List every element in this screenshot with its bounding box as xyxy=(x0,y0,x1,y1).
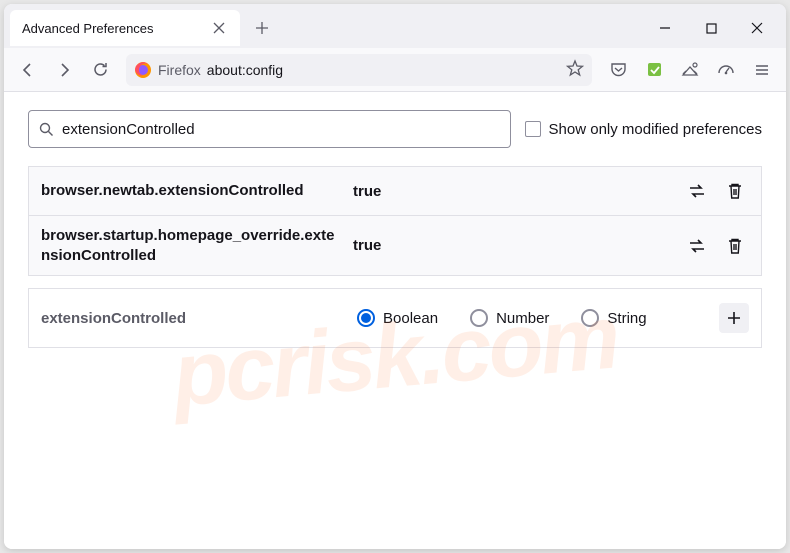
pref-name: browser.newtab.extensionControlled xyxy=(41,181,341,201)
pocket-icon xyxy=(610,61,627,78)
show-modified-checkbox[interactable]: Show only modified preferences xyxy=(525,121,762,138)
account-icon xyxy=(681,61,699,79)
close-icon xyxy=(751,22,763,34)
account-button[interactable] xyxy=(674,54,706,86)
content-area: Show only modified preferences browser.n… xyxy=(4,92,786,549)
browser-tab[interactable]: Advanced Preferences xyxy=(10,10,240,46)
radio-label: Boolean xyxy=(383,310,438,327)
preference-row: browser.startup.homepage_override.extens… xyxy=(29,216,761,276)
pref-value: true xyxy=(353,237,671,254)
url-text: about:config xyxy=(207,62,560,78)
forward-button[interactable] xyxy=(48,54,80,86)
url-label: Firefox xyxy=(158,62,201,78)
delete-button[interactable] xyxy=(721,232,749,260)
preference-row: browser.newtab.extensionControlled true xyxy=(29,167,761,216)
close-icon xyxy=(213,22,225,34)
firefox-icon xyxy=(134,61,152,79)
url-bar[interactable]: Firefox about:config xyxy=(126,54,592,86)
reload-icon xyxy=(92,61,109,78)
checkbox-label: Show only modified preferences xyxy=(549,121,762,138)
extension-button[interactable] xyxy=(638,54,670,86)
overflow-button[interactable] xyxy=(710,54,742,86)
add-button[interactable] xyxy=(719,303,749,333)
search-container xyxy=(28,110,511,148)
dashboard-icon xyxy=(717,61,735,79)
pref-value: true xyxy=(353,183,671,200)
radio-label: Number xyxy=(496,310,549,327)
radio-boolean[interactable]: Boolean xyxy=(357,309,438,327)
trash-icon xyxy=(726,182,744,200)
radio-icon xyxy=(357,309,375,327)
toggle-icon xyxy=(687,181,707,201)
search-icon xyxy=(39,122,54,137)
plus-icon xyxy=(255,21,269,35)
minimize-button[interactable] xyxy=(642,12,688,44)
toolbar: Firefox about:config xyxy=(4,48,786,92)
titlebar: Advanced Preferences xyxy=(4,4,786,48)
extension-icon xyxy=(646,61,663,78)
back-button[interactable] xyxy=(12,54,44,86)
preference-list: browser.newtab.extensionControlled true … xyxy=(28,166,762,276)
search-row: Show only modified preferences xyxy=(28,110,762,148)
browser-window: Advanced Preferences Firefox about:confi… xyxy=(4,4,786,549)
row-actions xyxy=(683,177,749,205)
new-tab-button[interactable] xyxy=(246,12,278,44)
pocket-button[interactable] xyxy=(602,54,634,86)
search-input[interactable] xyxy=(62,121,500,138)
pref-name: browser.startup.homepage_override.extens… xyxy=(41,226,341,265)
menu-button[interactable] xyxy=(746,54,778,86)
type-radio-group: Boolean Number String xyxy=(357,309,703,327)
tab-title: Advanced Preferences xyxy=(22,21,154,36)
trash-icon xyxy=(726,237,744,255)
new-pref-name: extensionControlled xyxy=(41,310,341,327)
maximize-icon xyxy=(706,23,717,34)
new-preference-row: extensionControlled Boolean Number Strin… xyxy=(28,288,762,348)
close-tab-button[interactable] xyxy=(210,19,228,37)
window-controls xyxy=(642,12,780,44)
radio-label: String xyxy=(607,310,646,327)
bookmark-button[interactable] xyxy=(566,59,584,80)
reload-button[interactable] xyxy=(84,54,116,86)
delete-button[interactable] xyxy=(721,177,749,205)
radio-icon xyxy=(581,309,599,327)
close-window-button[interactable] xyxy=(734,12,780,44)
radio-number[interactable]: Number xyxy=(470,309,549,327)
toggle-icon xyxy=(687,236,707,256)
back-icon xyxy=(19,61,37,79)
minimize-icon xyxy=(659,22,671,34)
maximize-button[interactable] xyxy=(688,12,734,44)
row-actions xyxy=(683,232,749,260)
checkbox-icon xyxy=(525,121,541,137)
plus-icon xyxy=(727,311,741,325)
star-icon xyxy=(566,59,584,77)
toggle-button[interactable] xyxy=(683,177,711,205)
toggle-button[interactable] xyxy=(683,232,711,260)
radio-string[interactable]: String xyxy=(581,309,646,327)
radio-icon xyxy=(470,309,488,327)
hamburger-icon xyxy=(754,62,770,78)
forward-icon xyxy=(55,61,73,79)
